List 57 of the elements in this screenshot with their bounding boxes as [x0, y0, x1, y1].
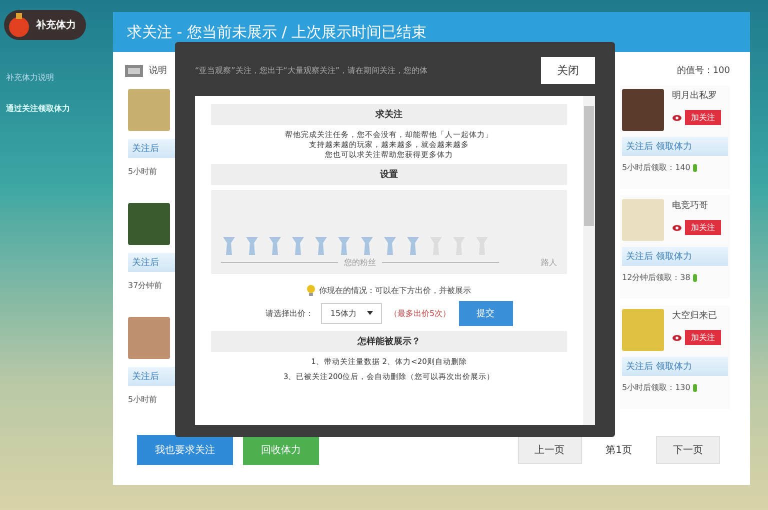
lightbulb-icon [307, 285, 315, 296]
claim-time: 5小时前 [128, 166, 158, 177]
follow-button[interactable]: 加关注 [685, 330, 721, 345]
follow-reward-label: 关注后 领取体力 [622, 247, 728, 266]
avatar-placeholder [622, 199, 664, 241]
user-name: 电竞巧哥 [672, 200, 709, 212]
eye-icon [672, 334, 682, 342]
avatar-placeholder [128, 203, 170, 245]
leaf-icon [693, 274, 698, 282]
claim-time: 37分钟前 [128, 280, 164, 291]
follow-reward-label: 关注后 [128, 367, 178, 386]
next-page-button[interactable]: 下一页 [656, 436, 720, 464]
logo-title: 补充体力 [36, 18, 76, 32]
follow-reward-label: 关注后 [128, 139, 178, 158]
avatar-placeholder [622, 309, 664, 351]
avatar-placeholder [128, 317, 170, 359]
avatar-placeholder [128, 89, 170, 131]
prev-page-button[interactable]: 上一页 [518, 436, 582, 464]
section-title: 怎样能被展示？ [211, 331, 567, 352]
fans-label: 您的粉丝 [344, 257, 376, 268]
follow-reward-label: 关注后 领取体力 [622, 137, 728, 156]
submit-button[interactable]: 提交 [458, 301, 513, 326]
caret-icon [366, 308, 373, 316]
eye-icon [672, 114, 682, 122]
avatar-placeholder [622, 89, 664, 131]
user-name: 明月出私罗 [672, 90, 718, 102]
tip-text: 你现在的情况：可以在下方出价，并被展示 [319, 285, 471, 296]
follow-button[interactable]: 加关注 [685, 110, 721, 125]
info-icon [125, 64, 143, 76]
eye-icon [672, 224, 682, 232]
potion-icon [6, 12, 32, 38]
close-button[interactable]: 关闭 [541, 56, 595, 84]
section-title: 求关注 [211, 104, 567, 125]
info-value: 的值号：100 [676, 64, 730, 77]
follow-button[interactable]: 加关注 [685, 220, 721, 235]
section-title: 设置 [211, 164, 567, 186]
request-follow-button[interactable]: 我也要求关注 [137, 435, 233, 465]
sidebar-link[interactable]: 补充体力说明 [6, 72, 113, 83]
passer-label: 路人 [541, 257, 557, 268]
user-name: 大空归来已 [672, 310, 718, 322]
bid-select[interactable]: 15体力 [321, 303, 382, 324]
scrollbar[interactable] [583, 96, 595, 425]
info-label: 说明 [149, 64, 167, 77]
bid-note: （最多出价5次） [390, 308, 451, 320]
claim-time: 5小时后领取：130 [622, 382, 690, 393]
claim-time: 5小时前 [128, 394, 158, 405]
dialog-strip-text: “亚当观察”关注，您出于“大量观察关注”，请在期间关注，您的体 [195, 64, 428, 76]
sidebar-link[interactable]: 通过关注领取体力 [6, 103, 113, 114]
recycle-button[interactable]: 回收体力 [243, 435, 319, 465]
claim-time: 5小时后领取：140 [622, 162, 690, 173]
page-number: 第1页 [604, 444, 633, 457]
claim-time: 12分钟后领取：38 [622, 272, 690, 283]
leaf-icon [693, 164, 698, 172]
follow-reward-label: 关注后 领取体力 [622, 357, 728, 376]
follow-reward-label: 关注后 [128, 253, 178, 272]
leaf-icon [693, 384, 698, 392]
bid-label: 请选择出价： [265, 308, 314, 320]
